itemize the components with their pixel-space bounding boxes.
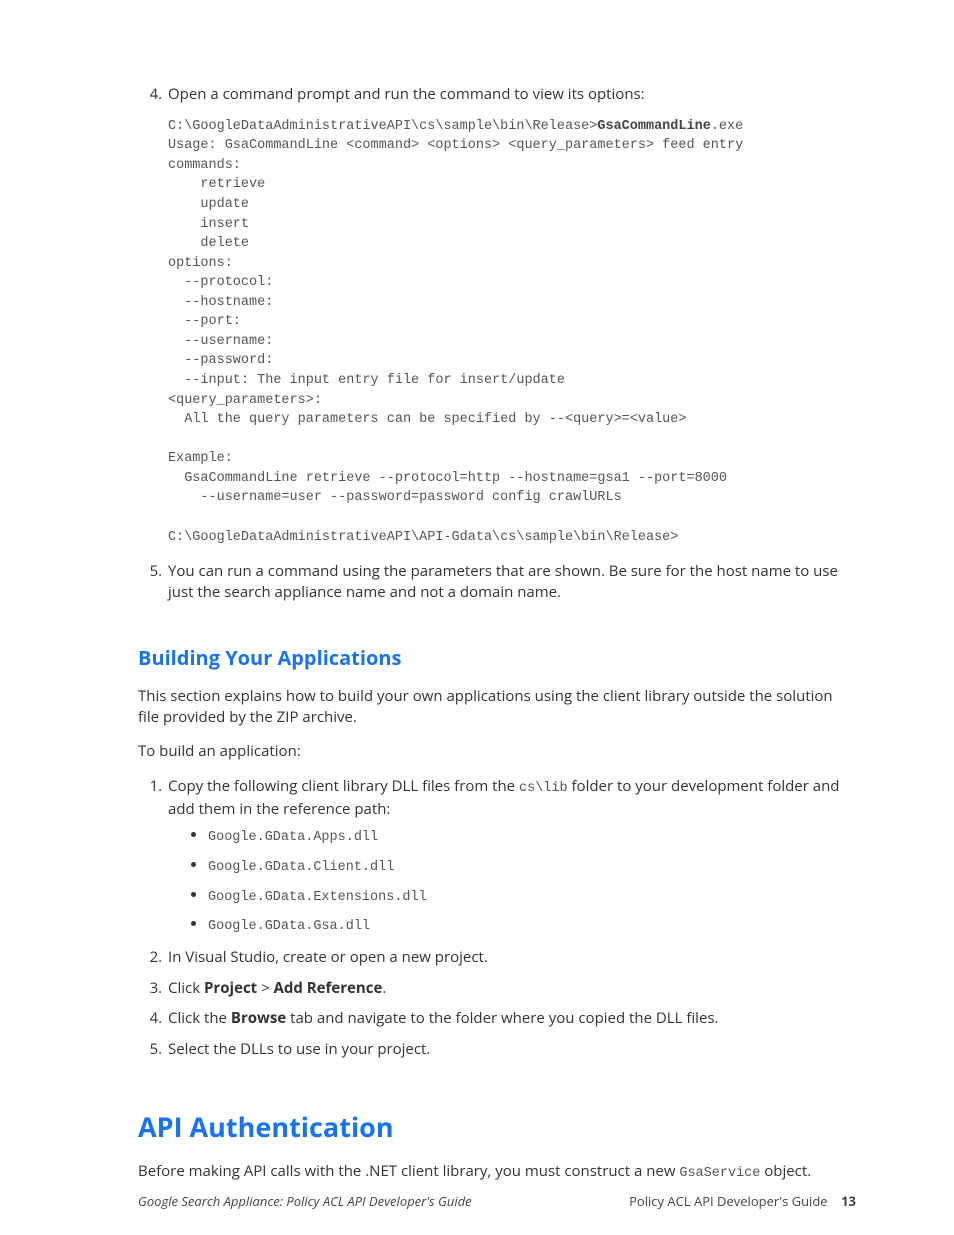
page-footer: Google Search Appliance: Policy ACL API …: [138, 1193, 856, 1211]
dll-item: Google.GData.Extensions.dll: [208, 885, 856, 908]
dll-item: Google.GData.Client.dll: [208, 855, 856, 878]
step-text: In Visual Studio, create or open a new p…: [168, 947, 488, 967]
code-block: C:\GoogleDataAdministrativeAPI\cs\sample…: [168, 117, 856, 547]
page-number: 13: [841, 1192, 856, 1210]
step-5: You can run a command using the paramete…: [166, 561, 856, 602]
code-line: --hostname:: [168, 295, 273, 310]
step-text: Select the DLLs to use in your project.: [168, 1039, 430, 1059]
build-step-1: Copy the following client library DLL fi…: [166, 776, 856, 937]
code-line: --protocol:: [168, 275, 273, 290]
dll-name: Google.GData.Client.dll: [208, 860, 394, 875]
code-line: .exe: [711, 119, 743, 134]
step-bold: Browse: [231, 1008, 286, 1028]
code-line: <query_parameters>:: [168, 393, 322, 408]
code-line: update: [168, 197, 249, 212]
dll-item: Google.GData.Apps.dll: [208, 825, 856, 848]
footer-left: Google Search Appliance: Policy ACL API …: [138, 1193, 472, 1211]
step-bold: Add Reference: [274, 978, 383, 998]
step-text: tab and navigate to the folder where you…: [286, 1008, 718, 1028]
build-step-4: Click the Browse tab and navigate to the…: [166, 1008, 856, 1029]
instruction-list-bottom: You can run a command using the paramete…: [138, 561, 856, 602]
step-text: Copy the following client library DLL fi…: [168, 776, 519, 796]
code-line: retrieve: [168, 177, 265, 192]
code-line: --username:: [168, 334, 273, 349]
step-bold: Project: [204, 978, 257, 998]
build-step-5: Select the DLLs to use in your project.: [166, 1039, 856, 1060]
inline-code: cs\lib: [519, 781, 568, 796]
step-text: Click: [168, 978, 204, 998]
code-line: --port:: [168, 314, 241, 329]
code-line: C:\GoogleDataAdministrativeAPI\API-Gdata…: [168, 530, 678, 545]
code-line: C:\GoogleDataAdministrativeAPI\cs\sample…: [168, 119, 597, 134]
section-paragraph: This section explains how to build your …: [138, 686, 856, 727]
code-line: insert: [168, 217, 249, 232]
code-line: delete: [168, 236, 249, 251]
code-line: All the query parameters can be specifie…: [168, 412, 686, 427]
step-text: Click the: [168, 1008, 231, 1028]
step-4: Open a command prompt and run the comman…: [166, 84, 856, 105]
footer-right: Policy ACL API Developer's Guide 13: [629, 1193, 856, 1211]
step-5-text: You can run a command using the paramete…: [168, 561, 838, 602]
code-line: options:: [168, 256, 233, 271]
dll-list: Google.GData.Apps.dll Google.GData.Clien…: [168, 825, 856, 937]
dll-name: Google.GData.Gsa.dll: [208, 919, 370, 934]
paragraph-text: Before making API calls with the .NET cl…: [138, 1161, 679, 1181]
paragraph-text: object.: [760, 1161, 811, 1181]
code-line: --input: The input entry file for insert…: [168, 373, 565, 388]
build-step-2: In Visual Studio, create or open a new p…: [166, 947, 856, 968]
code-line: Example:: [168, 451, 233, 466]
code-bold: GsaCommandLine: [597, 119, 710, 134]
code-line: Usage: GsaCommandLine <command> <options…: [168, 138, 743, 153]
dll-name: Google.GData.Apps.dll: [208, 830, 378, 845]
inline-code: GsaService: [679, 1166, 760, 1181]
code-line: commands:: [168, 158, 241, 173]
step-text: >: [257, 978, 273, 998]
step-4-text: Open a command prompt and run the comman…: [168, 84, 645, 104]
code-line: GsaCommandLine retrieve --protocol=http …: [168, 471, 727, 486]
section-heading-api-auth: API Authentication: [138, 1108, 856, 1145]
section-paragraph: To build an application:: [138, 741, 856, 762]
build-step-3: Click Project > Add Reference.: [166, 978, 856, 999]
api-paragraph: Before making API calls with the .NET cl…: [138, 1161, 856, 1184]
instruction-list-top: Open a command prompt and run the comman…: [138, 84, 856, 105]
footer-label: Policy ACL API Developer's Guide: [629, 1192, 828, 1210]
build-steps-list: Copy the following client library DLL fi…: [138, 776, 856, 1060]
dll-name: Google.GData.Extensions.dll: [208, 890, 427, 905]
code-line: --username=user --password=password conf…: [168, 490, 622, 505]
dll-item: Google.GData.Gsa.dll: [208, 914, 856, 937]
code-line: --password:: [168, 353, 273, 368]
step-text: .: [382, 978, 386, 998]
section-heading-building: Building Your Applications: [138, 644, 856, 672]
